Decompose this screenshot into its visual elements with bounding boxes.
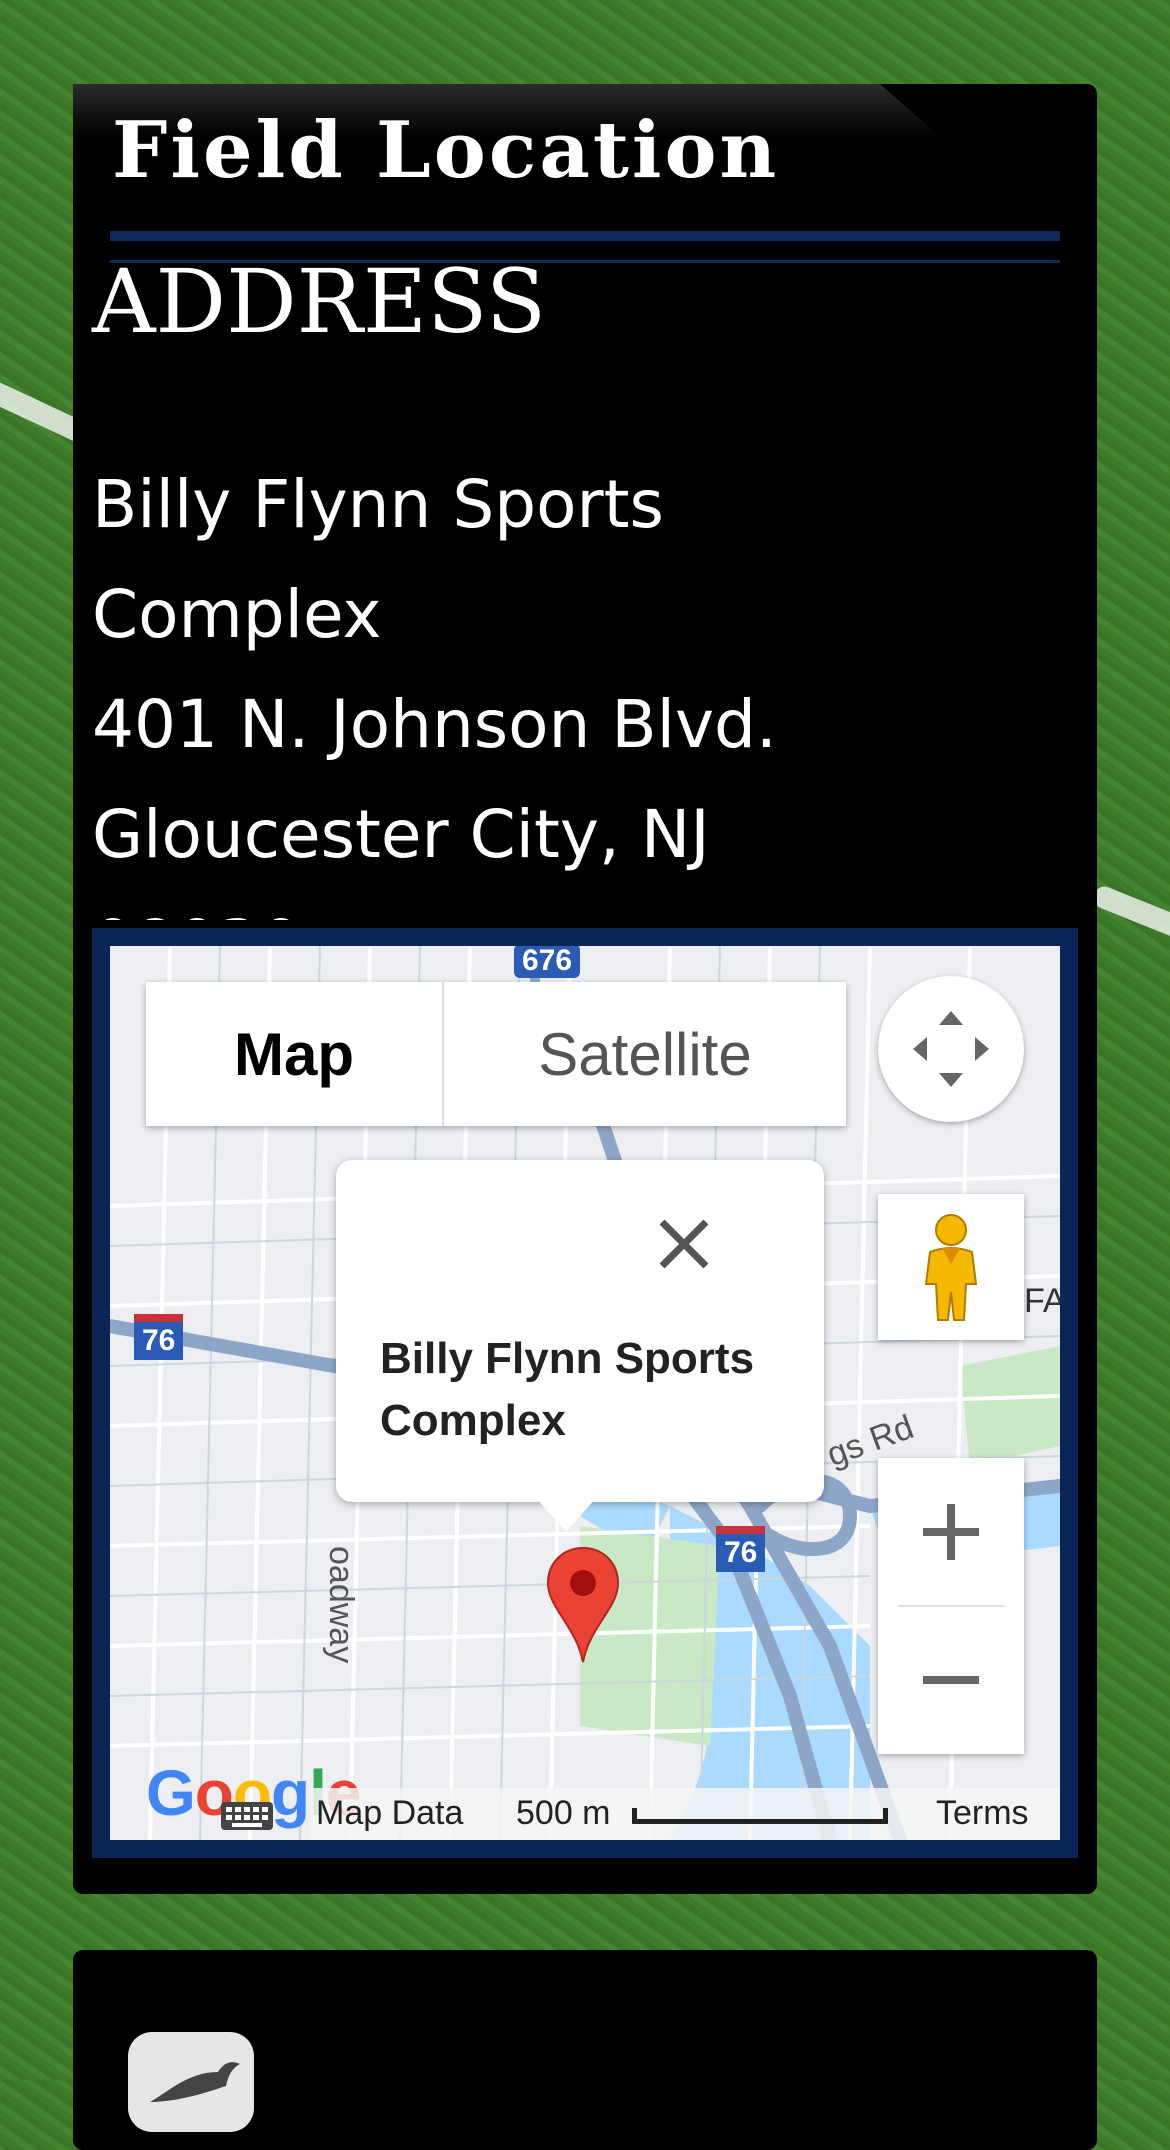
scale-label[interactable]: 500 m xyxy=(516,1794,611,1833)
info-window-title: Billy Flynn Sports Complex xyxy=(380,1334,755,1445)
close-icon[interactable] xyxy=(654,1214,714,1274)
zoom-in-button[interactable] xyxy=(878,1458,1024,1606)
scale-bar xyxy=(632,1808,888,1824)
address-line: Gloucester City, NJ xyxy=(92,796,710,873)
address-heading: ADDRESS xyxy=(92,250,547,353)
twitter-button[interactable] xyxy=(128,2032,254,2132)
map-label-fa: FA xyxy=(1024,1282,1060,1320)
keyboard-icon[interactable] xyxy=(220,1801,274,1831)
info-window-tail xyxy=(536,1498,596,1532)
field-line xyxy=(1090,883,1170,949)
map-type-map-button[interactable]: Map xyxy=(146,982,444,1126)
google-map[interactable]: 676 76 76 oadway gs Rd FA Map Satellite xyxy=(110,946,1060,1840)
street-view-pegman-button[interactable] xyxy=(878,1194,1024,1340)
title-rule xyxy=(110,231,1060,241)
pegman-icon xyxy=(924,1214,978,1321)
map-data-link[interactable]: Map Data xyxy=(316,1794,463,1833)
zoom-in-icon xyxy=(923,1504,979,1560)
map-type-satellite-button[interactable]: Satellite xyxy=(444,982,846,1126)
twitter-icon xyxy=(150,2062,240,2102)
map-marker-icon[interactable] xyxy=(546,1546,620,1664)
zoom-out-icon xyxy=(923,1676,979,1684)
info-window: Billy Flynn Sports Complex xyxy=(336,1160,824,1502)
zoom-out-button[interactable] xyxy=(878,1606,1024,1754)
route-shield-676: 676 xyxy=(514,946,581,978)
zoom-control xyxy=(878,1458,1024,1754)
street-label-broadway: oadway xyxy=(322,1546,360,1664)
address-line: Billy Flynn Sports xyxy=(92,466,664,543)
terms-link[interactable]: Terms xyxy=(936,1794,1029,1833)
address-block: Billy Flynn Sports Complex 401 N. Johnso… xyxy=(92,450,992,920)
address-line: 401 N. Johnson Blvd. xyxy=(92,686,777,763)
card-title: Field Location xyxy=(112,105,780,196)
route-shield-76: 76 xyxy=(134,1314,184,1360)
address-line: Complex xyxy=(92,576,382,653)
zoom-separator xyxy=(898,1605,1004,1607)
address-line: 08030 xyxy=(92,890,992,920)
fullscreen-button[interactable] xyxy=(878,976,1024,1122)
map-type-control: Map Satellite xyxy=(146,982,846,1126)
route-shield-76: 76 xyxy=(716,1526,766,1572)
fullscreen-icon xyxy=(913,1011,989,1087)
